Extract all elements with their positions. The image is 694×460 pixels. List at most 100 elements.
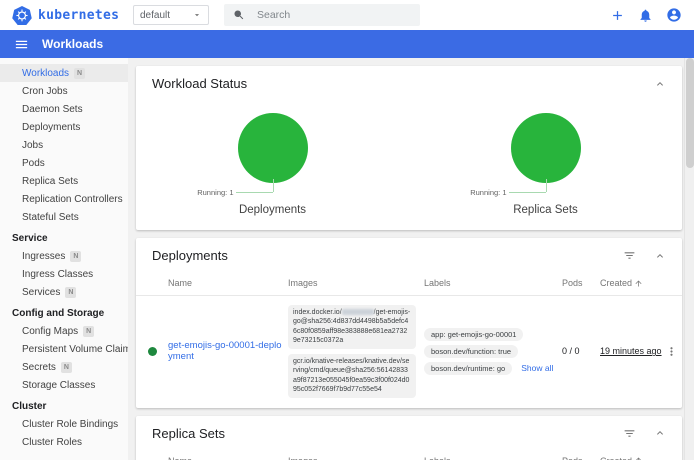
replica-sets-card: Replica Sets Name Images Labels Pods C — [136, 416, 682, 460]
top-header-bar: kubernetes default — [0, 0, 694, 30]
sidebar-item-daemon-sets[interactable]: Daemon Sets — [0, 100, 128, 118]
deployments-chart-label: Deployments — [239, 204, 306, 216]
sidebar-item-label: Ingresses — [22, 251, 65, 262]
sidebar-item-cron-jobs[interactable]: Cron Jobs — [0, 82, 128, 100]
workload-status-card: Workload Status Running: 1 Deployments — [136, 66, 682, 230]
column-header-pods[interactable]: Pods — [562, 278, 600, 288]
sidebar-item-label: Jobs — [22, 140, 43, 151]
column-header-created[interactable]: Created — [600, 278, 660, 288]
search-bar — [224, 4, 420, 26]
collapse-card-icon[interactable] — [654, 427, 666, 439]
sidebar-item-replica-sets[interactable]: Replica Sets — [0, 172, 128, 190]
sidebar-item-label: Replica Sets — [22, 176, 78, 187]
sidebar-section-cluster: Cluster — [0, 397, 128, 415]
replica-sets-card-title: Replica Sets — [152, 426, 225, 441]
replica-sets-status-chart: Running: 1 Replica Sets — [409, 99, 682, 216]
sidebar-item-secrets[interactable]: Secrets N — [0, 358, 128, 376]
sidebar-item-workloads[interactable]: Workloads N — [0, 64, 128, 82]
scrollbar-thumb[interactable] — [686, 58, 694, 168]
kubernetes-logo-icon — [12, 5, 32, 25]
column-header-name[interactable]: Name — [168, 456, 288, 460]
namespace-selected-value: default — [140, 10, 170, 21]
namespaced-badge: N — [70, 251, 81, 262]
column-header-name[interactable]: Name — [168, 278, 288, 288]
replica-sets-chart-legend: Running: 1 — [470, 188, 506, 197]
status-running-dot — [148, 347, 157, 356]
sidebar-section-config-and-storage: Config and Storage — [0, 304, 128, 322]
search-input[interactable] — [257, 9, 397, 21]
kubernetes-logo-text: kubernetes — [38, 8, 119, 23]
deployments-status-chart: Running: 1 Deployments — [136, 99, 409, 216]
sidebar-item-stateful-sets[interactable]: Stateful Sets — [0, 208, 128, 226]
collapse-card-icon[interactable] — [654, 78, 666, 90]
column-header-labels[interactable]: Labels — [424, 456, 562, 460]
sidebar-item-label: Daemon Sets — [22, 104, 83, 115]
redacted-registry-user — [342, 309, 374, 315]
namespace-selector[interactable]: default — [133, 5, 209, 25]
filter-icon[interactable] — [623, 427, 636, 440]
app-bar: Workloads — [0, 30, 694, 58]
filter-icon[interactable] — [623, 249, 636, 262]
sidebar-item-label: Cron Jobs — [22, 86, 68, 97]
page-title: Workloads — [42, 37, 103, 51]
column-header-created[interactable]: Created — [600, 456, 660, 460]
sidebar-item-label: Workloads — [22, 68, 69, 79]
kubernetes-logo[interactable]: kubernetes — [0, 5, 119, 25]
sidebar-item-jobs[interactable]: Jobs — [0, 136, 128, 154]
sidebar-item-ingresses[interactable]: Ingresses N — [0, 247, 128, 265]
sidebar-item-deployments[interactable]: Deployments — [0, 118, 128, 136]
replica-sets-chart-label: Replica Sets — [513, 204, 578, 216]
sidebar-item-storage-classes[interactable]: Storage Classes — [0, 376, 128, 394]
sort-ascending-icon — [634, 456, 643, 460]
sidebar-item-cluster-roles[interactable]: Cluster Roles — [0, 433, 128, 451]
search-icon — [233, 9, 245, 21]
sidebar-item-config-maps[interactable]: Config Maps N — [0, 322, 128, 340]
images-cell: index.docker.io//get-emojis-go@sha256:4d… — [288, 305, 424, 398]
sidebar-item-label: Cluster Role Bindings — [22, 419, 118, 430]
namespaced-badge: N — [83, 326, 94, 337]
main-content: Workload Status Running: 1 Deployments — [128, 58, 684, 460]
created-timestamp: 19 minutes ago — [600, 346, 660, 356]
sidebar-item-pods[interactable]: Pods — [0, 154, 128, 172]
namespaced-badge: N — [65, 287, 76, 298]
column-header-images[interactable]: Images — [288, 278, 424, 288]
show-all-labels-link[interactable]: Show all — [521, 363, 553, 373]
user-account-icon[interactable] — [666, 7, 682, 23]
column-header-pods[interactable]: Pods — [562, 456, 600, 460]
sidebar-item-label: Config Maps — [22, 326, 78, 337]
hamburger-menu-icon[interactable] — [14, 37, 29, 52]
label-chip: app: get-emojis-go-00001 — [424, 328, 523, 341]
image-chip: gcr.io/knative-releases/knative.dev/serv… — [288, 354, 416, 398]
row-actions-menu-icon[interactable] — [660, 345, 682, 358]
deployments-card-title: Deployments — [152, 248, 228, 263]
namespaced-badge: N — [61, 362, 72, 373]
sidebar-item-ingress-classes[interactable]: Ingress Classes — [0, 265, 128, 283]
workload-status-title: Workload Status — [152, 76, 247, 91]
sidebar-item-services[interactable]: Services N — [0, 283, 128, 301]
sidebar-item-label: Persistent Volume Claims — [22, 344, 128, 355]
image-chip: index.docker.io//get-emojis-go@sha256:4d… — [288, 305, 416, 349]
create-resource-button[interactable] — [610, 8, 625, 23]
sidebar-item-label: Pods — [22, 158, 45, 169]
sidebar-item-cluster-role-bindings[interactable]: Cluster Role Bindings — [0, 415, 128, 433]
topbar-actions — [610, 0, 682, 30]
pods-count: 0 / 0 — [562, 346, 600, 356]
notifications-bell-icon[interactable] — [638, 8, 653, 23]
legend-leader-line — [273, 179, 274, 192]
column-header-images[interactable]: Images — [288, 456, 424, 460]
scrollbar-track — [684, 58, 694, 460]
sidebar-item-persistent-volume-claims[interactable]: Persistent Volume Claims N — [0, 340, 128, 358]
deployment-name-link[interactable]: get-emojis-go-00001-deployment — [168, 340, 288, 362]
deployments-card: Deployments Name Images Labels Pods Cr — [136, 238, 682, 408]
column-header-labels[interactable]: Labels — [424, 278, 562, 288]
sidebar-item-label: Services — [22, 287, 60, 298]
collapse-card-icon[interactable] — [654, 250, 666, 262]
deployment-table-row: get-emojis-go-00001-deployment index.doc… — [136, 296, 682, 408]
sidebar-nav: Workloads N Cron Jobs Daemon Sets Deploy… — [0, 58, 128, 460]
labels-cell: app: get-emojis-go-00001 boson.dev/funct… — [424, 328, 562, 375]
sidebar-item-label: Stateful Sets — [22, 212, 79, 223]
deployments-chart-legend: Running: 1 — [197, 188, 233, 197]
namespaced-badge: N — [74, 68, 85, 79]
sidebar-item-replication-controllers[interactable]: Replication Controllers — [0, 190, 128, 208]
deployments-pie-chart — [238, 113, 308, 183]
